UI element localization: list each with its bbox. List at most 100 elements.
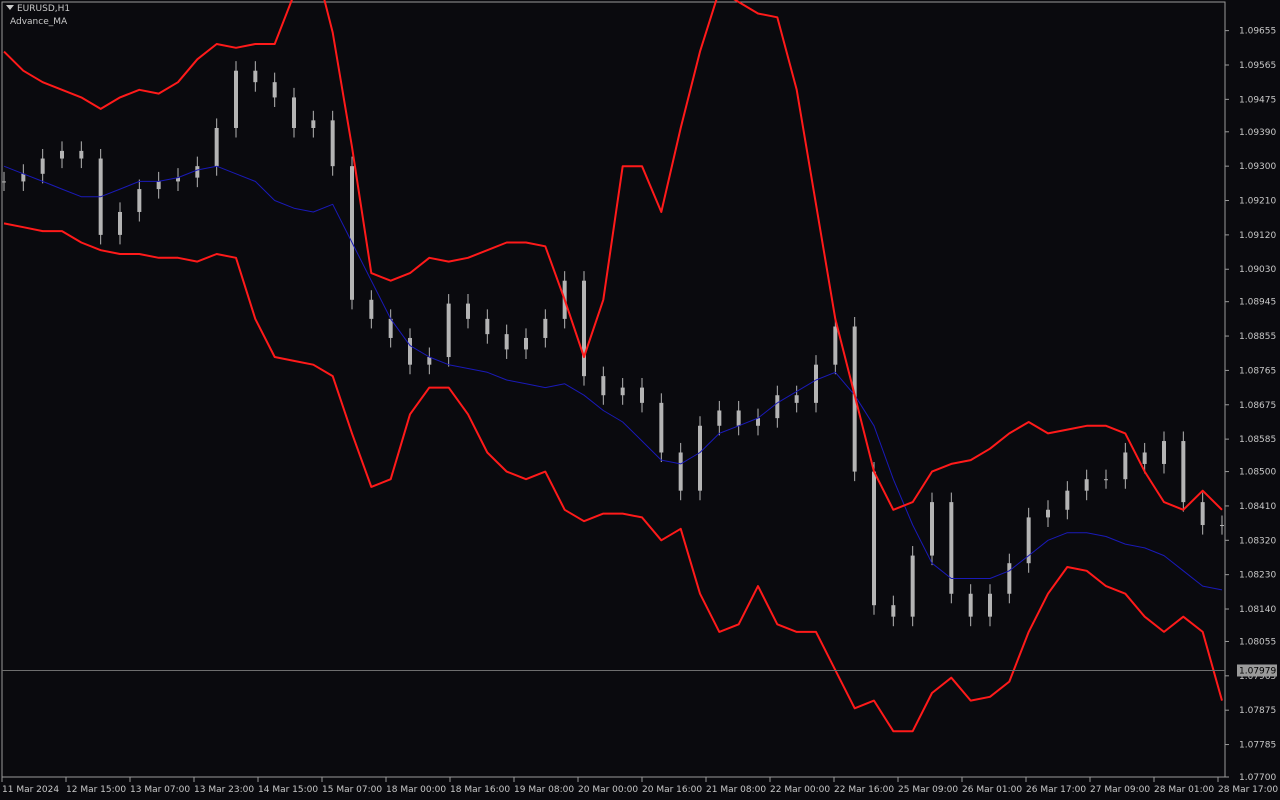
candle-body bbox=[930, 502, 934, 556]
candle-body bbox=[21, 173, 26, 182]
candle-body bbox=[524, 337, 528, 350]
time-label: 20 Mar 16:00 bbox=[642, 785, 702, 795]
candle-body bbox=[968, 593, 973, 617]
candle-body bbox=[1181, 441, 1186, 503]
price-label: 1.09655 bbox=[1239, 27, 1276, 37]
candle-body bbox=[698, 425, 702, 491]
candle-body bbox=[756, 418, 760, 426]
upper-band-line bbox=[3, 0, 1223, 511]
candle-body bbox=[775, 395, 780, 419]
candle-body bbox=[350, 166, 354, 300]
candle-body bbox=[118, 211, 122, 235]
candle-body bbox=[137, 189, 142, 212]
candle-body bbox=[369, 299, 374, 319]
candle-body bbox=[601, 376, 606, 396]
candle-body bbox=[504, 334, 509, 350]
candle-body bbox=[640, 387, 644, 403]
candle-body bbox=[485, 318, 490, 335]
candles bbox=[2, 61, 1224, 627]
price-label: 1.08855 bbox=[1239, 332, 1276, 342]
price-label: 1.08230 bbox=[1239, 571, 1276, 581]
time-label: 28 Mar 17:00 bbox=[1218, 785, 1278, 795]
time-label: 13 Mar 07:00 bbox=[130, 785, 190, 795]
time-label: 14 Mar 15:00 bbox=[258, 785, 318, 795]
time-label: 18 Mar 16:00 bbox=[450, 785, 510, 795]
candle-body bbox=[1142, 452, 1147, 464]
time-label: 15 Mar 07:00 bbox=[322, 785, 382, 795]
current-price-tag: 1.07979 bbox=[1237, 664, 1277, 677]
candle-body bbox=[311, 120, 316, 128]
candle-body bbox=[717, 410, 722, 426]
lower-band-line bbox=[3, 222, 1223, 733]
price-label: 1.09475 bbox=[1239, 95, 1276, 105]
candle-body bbox=[292, 97, 296, 128]
symbol-text: EURUSD,H1 bbox=[17, 4, 71, 14]
candle-body bbox=[156, 181, 161, 190]
candle-body bbox=[2, 181, 6, 183]
time-axis: 11 Mar 2024 12 Mar 15:00 13 Mar 07:00 13 Ma… bbox=[1, 777, 1278, 795]
candle-body bbox=[794, 395, 799, 403]
candle-body bbox=[1200, 502, 1205, 526]
candle-body bbox=[891, 605, 896, 617]
candle-body bbox=[1123, 452, 1128, 480]
candle-body bbox=[214, 127, 219, 167]
price-label: 1.08585 bbox=[1239, 435, 1276, 445]
time-label: 12 Mar 15:00 bbox=[66, 785, 126, 795]
candle-body bbox=[1220, 525, 1224, 527]
candle-body bbox=[427, 357, 432, 365]
candle-body bbox=[582, 280, 586, 377]
candle-body bbox=[1065, 490, 1070, 510]
candle-body bbox=[446, 303, 451, 358]
time-label: 22 Mar 00:00 bbox=[770, 785, 830, 795]
price-label: 1.09300 bbox=[1239, 162, 1276, 172]
current-price-label: 1.07979 bbox=[1239, 666, 1276, 676]
candle-body bbox=[1007, 563, 1012, 594]
plot-frame bbox=[1, 1, 1226, 778]
price-label: 1.08055 bbox=[1239, 637, 1276, 647]
price-label: 1.08765 bbox=[1239, 366, 1276, 376]
indicator-lines bbox=[3, 0, 1223, 733]
candle-body bbox=[988, 593, 992, 617]
price-label: 1.09030 bbox=[1239, 265, 1276, 275]
price-label: 1.07875 bbox=[1239, 706, 1276, 716]
time-label: 27 Mar 09:00 bbox=[1090, 785, 1150, 795]
price-label: 1.08500 bbox=[1239, 468, 1276, 478]
time-label: 26 Mar 17:00 bbox=[1026, 785, 1086, 795]
time-label: 21 Mar 08:00 bbox=[706, 785, 766, 795]
collapse-triangle-icon[interactable] bbox=[6, 5, 14, 10]
time-label: 13 Mar 23:00 bbox=[194, 785, 254, 795]
candle-body bbox=[872, 471, 876, 606]
time-label: 28 Mar 01:00 bbox=[1154, 785, 1214, 795]
candle-body bbox=[466, 303, 470, 319]
price-label: 1.07785 bbox=[1239, 741, 1276, 751]
candle-body bbox=[833, 326, 838, 365]
time-label: 26 Mar 01:00 bbox=[962, 785, 1022, 795]
price-chart[interactable]: 1.09655 1.09565 1.09475 1.09390 1.09300 1.092… bbox=[0, 0, 1280, 800]
symbol-label[interactable]: EURUSD,H1 bbox=[6, 4, 70, 15]
candle-body bbox=[388, 318, 393, 338]
time-label: 22 Mar 16:00 bbox=[834, 785, 894, 795]
candle-body bbox=[659, 402, 664, 453]
candle-body bbox=[949, 502, 954, 594]
candle-body bbox=[195, 166, 200, 178]
candle-body bbox=[1104, 479, 1108, 481]
chart-window[interactable]: 1.09655 1.09565 1.09475 1.09390 1.09300 1.092… bbox=[0, 0, 1280, 800]
time-label: 25 Mar 09:00 bbox=[898, 785, 958, 795]
candle-body bbox=[1162, 441, 1166, 464]
candle-body bbox=[678, 452, 683, 491]
candle-body bbox=[736, 410, 741, 426]
candle-body bbox=[910, 555, 915, 617]
price-label: 1.09210 bbox=[1239, 197, 1276, 207]
price-label: 1.09565 bbox=[1239, 61, 1276, 71]
candle-body bbox=[1046, 509, 1050, 518]
indicator-label: Advance_MA bbox=[10, 17, 68, 27]
time-label: 18 Mar 00:00 bbox=[386, 785, 446, 795]
time-label: 11 Mar 2024 bbox=[2, 785, 59, 795]
candle-body bbox=[234, 70, 238, 128]
candle-body bbox=[543, 318, 548, 338]
candle-body bbox=[40, 158, 45, 174]
candle-body bbox=[1084, 479, 1089, 491]
price-label: 1.07700 bbox=[1239, 773, 1276, 783]
candle-body bbox=[408, 337, 412, 365]
candle-body bbox=[814, 364, 818, 403]
